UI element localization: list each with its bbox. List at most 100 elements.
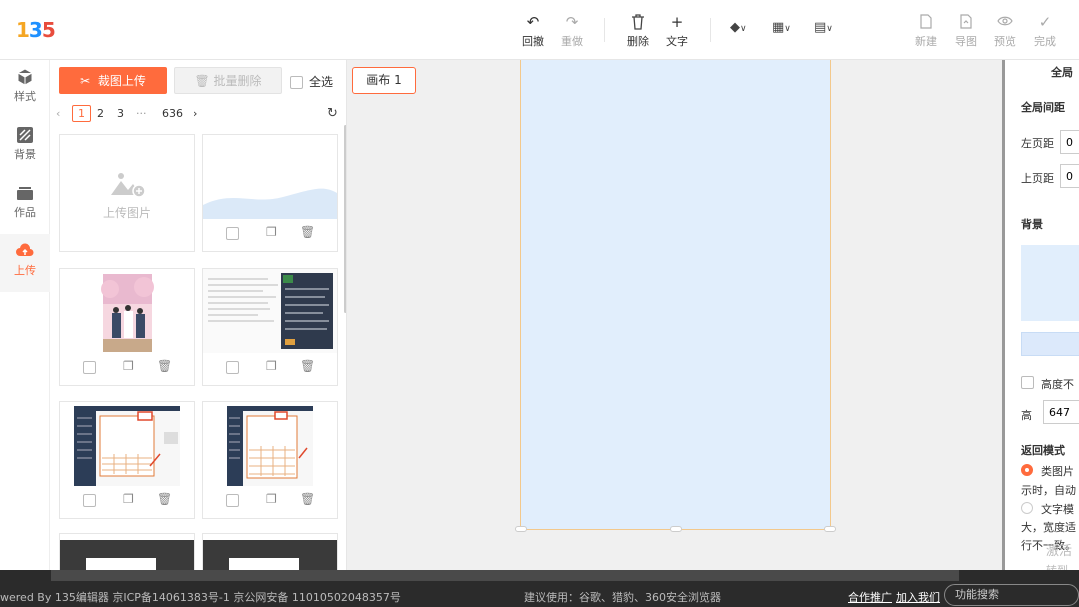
sidebar-item-upload[interactable]: 上传 <box>0 234 50 292</box>
image-thumbnail[interactable] <box>203 402 337 486</box>
image-select-checkbox[interactable] <box>226 494 239 507</box>
layers-dropdown[interactable]: ◆∨ <box>730 20 747 35</box>
spacing-title: 全局间距 <box>1021 101 1065 114</box>
top-margin-input[interactable] <box>1060 164 1079 188</box>
refresh-icon[interactable]: ↻ <box>327 106 338 121</box>
chevron-down-icon: ∨ <box>740 24 747 34</box>
image-select-checkbox[interactable] <box>226 361 239 374</box>
image-thumbnail[interactable] <box>203 269 337 353</box>
image-thumbnail[interactable] <box>203 135 337 219</box>
image-select-checkbox[interactable] <box>83 494 96 507</box>
sidebar-item-label: 背景 <box>14 148 36 161</box>
mode-image-radio[interactable] <box>1021 464 1033 476</box>
image-card[interactable] <box>202 533 338 570</box>
table-dropdown[interactable]: ▦∨ <box>772 20 791 35</box>
trash-icon[interactable]: 🗑 <box>300 225 315 239</box>
plus-icon: + <box>670 13 684 31</box>
image-card[interactable]: ❐ 🗑 <box>59 268 195 386</box>
image-select-checkbox[interactable] <box>226 227 239 240</box>
image-card[interactable]: ❐ 🗑 <box>59 401 195 519</box>
trash-icon[interactable]: 🗑 <box>300 492 315 506</box>
resize-handle[interactable] <box>824 526 836 532</box>
page-2[interactable]: 2 <box>97 107 104 120</box>
footer-search[interactable]: 功能搜索 <box>944 584 1079 606</box>
sidebar-item-style[interactable]: 样式 <box>0 60 50 118</box>
page-ellipsis[interactable]: ··· <box>136 107 147 120</box>
watermark-text: 激活 <box>1046 544 1073 559</box>
logo-digit: 3 <box>28 18 43 42</box>
image-card[interactable]: ❐ 🗑 <box>202 401 338 519</box>
delete-button[interactable]: 删除 <box>618 14 658 49</box>
trash-icon[interactable]: 🗑 <box>157 359 172 373</box>
upload-placeholder[interactable]: 上传图片 <box>60 135 194 251</box>
app-logo[interactable]: 135 <box>16 18 56 42</box>
height-lock-checkbox[interactable] <box>1021 376 1034 389</box>
height-label: 高 <box>1021 409 1032 422</box>
resize-handle[interactable] <box>515 526 527 532</box>
image-card-actions: ❐ 🗑 <box>203 359 337 377</box>
page-1[interactable]: 1 <box>72 105 91 122</box>
export-image-label: 导图 <box>955 35 977 48</box>
new-label: 新建 <box>915 35 937 48</box>
left-margin-input[interactable] <box>1060 130 1079 154</box>
preview-button[interactable]: 预览 <box>985 14 1025 49</box>
image-card[interactable]: ❐ 🗑 <box>202 134 338 252</box>
trash-icon[interactable]: 🗑 <box>157 492 172 506</box>
background-preview[interactable] <box>1021 245 1079 321</box>
height-lock-label: 高度不 <box>1041 378 1074 391</box>
footer-link-join[interactable]: 加入我们 <box>896 589 940 605</box>
canvas-page[interactable] <box>515 60 836 532</box>
resize-handle[interactable] <box>670 526 682 532</box>
chevron-left-icon[interactable]: ‹ <box>56 107 60 120</box>
redo-icon: ↷ <box>565 13 579 31</box>
image-card[interactable]: ❐ 🗑 <box>202 268 338 386</box>
add-text-button[interactable]: + 文字 <box>657 14 697 49</box>
undo-button[interactable]: ↶ 回撤 <box>513 14 553 49</box>
canvas-tab[interactable]: 画布 1 <box>352 67 416 94</box>
image-thumbnail[interactable] <box>60 534 194 570</box>
copy-icon[interactable]: ❐ <box>123 359 134 373</box>
upload-image-card[interactable]: 上传图片 <box>59 134 195 252</box>
image-add-icon <box>111 173 146 198</box>
sidebar-item-label: 样式 <box>14 90 36 103</box>
footer-copyright: wered By 135编辑器 京ICP备14061383号-1 京公网安备 1… <box>0 591 401 604</box>
image-thumbnail[interactable] <box>60 402 194 486</box>
image-card[interactable] <box>59 533 195 570</box>
footer-link-cooperate[interactable]: 合作推广 <box>848 589 892 605</box>
copy-icon[interactable]: ❐ <box>123 492 134 506</box>
page-last[interactable]: 636 <box>162 107 183 120</box>
background-button[interactable] <box>1021 332 1079 356</box>
sidebar-item-label: 上传 <box>14 264 36 277</box>
chevron-right-icon[interactable]: › <box>193 107 197 120</box>
image-thumbnail[interactable] <box>203 534 337 570</box>
redo-button[interactable]: ↷ 重做 <box>552 14 592 49</box>
copy-icon[interactable]: ❐ <box>266 225 277 239</box>
export-image-button[interactable]: 导图 <box>946 14 986 49</box>
crop-upload-button[interactable]: ✂ 裁图上传 <box>59 67 167 94</box>
chevron-down-icon: ∨ <box>784 24 791 34</box>
finish-button[interactable]: ✓ 完成 <box>1025 14 1065 49</box>
image-select-checkbox[interactable] <box>83 361 96 374</box>
page-3[interactable]: 3 <box>117 107 124 120</box>
top-margin-label: 上页距 <box>1021 172 1054 185</box>
image-thumbnail[interactable] <box>60 269 194 353</box>
image-card-actions: ❐ 🗑 <box>60 492 194 510</box>
properties-title: 全局 <box>1051 66 1073 79</box>
sidebar-item-background[interactable]: 背景 <box>0 118 50 176</box>
copy-icon[interactable]: ❐ <box>266 492 277 506</box>
sidebar-item-works[interactable]: 作品 <box>0 176 50 234</box>
horizontal-scrollbar[interactable] <box>51 570 959 581</box>
checkbox[interactable] <box>290 76 303 89</box>
mode-text-radio[interactable] <box>1021 502 1033 514</box>
trash-icon[interactable]: 🗑 <box>300 359 315 373</box>
copy-icon[interactable]: ❐ <box>266 359 277 373</box>
batch-delete-button[interactable]: 🗑 批量删除 <box>174 67 282 94</box>
properties-panel: 全局 全局间距 左页距 上页距 背景 高度不 高 返回模式 类图片 示时，自动 … <box>1005 60 1079 570</box>
finish-label: 完成 <box>1034 35 1056 48</box>
template-dropdown[interactable]: ▤∨ <box>814 20 833 35</box>
crop-upload-label: 裁图上传 <box>97 74 146 88</box>
trash-icon <box>618 14 658 32</box>
height-input[interactable] <box>1043 400 1079 424</box>
select-all-checkbox[interactable]: 全选 <box>290 73 333 90</box>
new-button[interactable]: 新建 <box>906 14 946 49</box>
